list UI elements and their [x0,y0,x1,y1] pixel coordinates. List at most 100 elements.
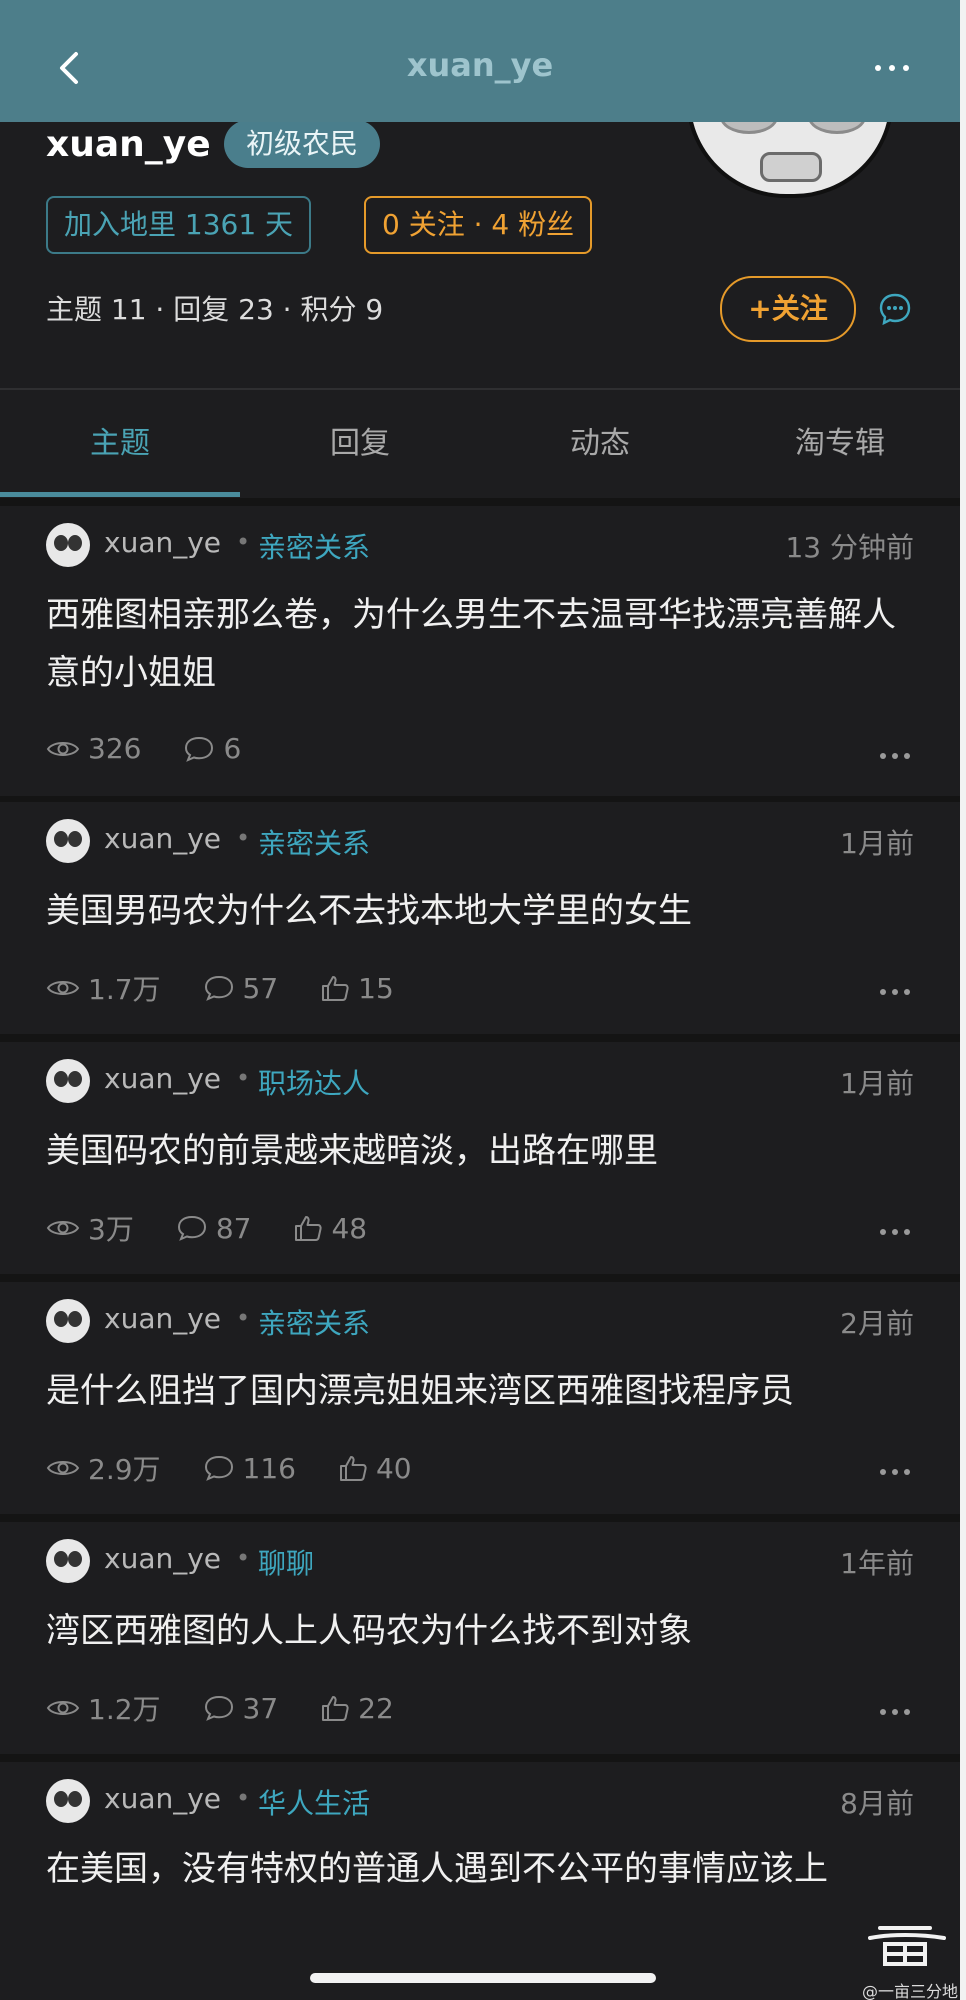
views-stat: 1.7万 [46,968,161,1008]
likes-count: 15 [358,971,394,1005]
views-count: 1.7万 [88,973,161,1006]
watermark-text: @一亩三分地 [862,1982,959,2000]
post-category[interactable]: 华人生活 [258,1782,370,1822]
profile-username: xuan_ye [46,124,211,165]
post-more-icon[interactable] [878,1226,912,1238]
profile-tabs: 主题 回复 动态 淘专辑 [0,390,960,498]
post-category[interactable]: 亲密关系 [258,822,370,862]
eye-icon [46,1221,80,1235]
author-avatar[interactable] [46,523,90,567]
post-more-icon[interactable] [878,986,912,998]
thumbs-up-icon [322,1696,349,1721]
author-name[interactable]: xuan_ye [104,822,221,855]
comments-stat[interactable]: 87 [176,1211,252,1245]
post-category[interactable]: 亲密关系 [258,526,370,566]
thumbs-up-icon [295,1216,323,1241]
post-meta: 326 6 [46,732,283,765]
thumbs-up-icon [339,1456,367,1481]
post-item[interactable]: xuan_ye • 亲密关系 1月前 美国男码农为什么不去找本地大学里的女生 1… [0,802,960,1034]
eye-icon [46,1461,80,1475]
post-more-icon[interactable] [878,750,912,762]
likes-count: 48 [331,1211,368,1245]
follow-stats-badge[interactable]: 0 关注 · 4 粉丝 [364,196,593,254]
eye-icon [46,1701,80,1715]
comment-icon [204,1455,233,1481]
more-options-icon[interactable] [870,56,914,80]
tab-collections[interactable]: 淘专辑 [720,390,960,498]
views-count: 326 [88,732,142,765]
comment-icon [204,1695,233,1721]
author-name[interactable]: xuan_ye [104,1062,221,1095]
post-title[interactable]: 美国男码农为什么不去找本地大学里的女生 [46,882,914,940]
separator-dot: • [236,528,251,556]
post-item[interactable]: xuan_ye • 聊聊 1年前 湾区西雅图的人上人码农为什么找不到对象 1.2… [0,1522,960,1754]
views-count: 2.9万 [88,1453,161,1486]
post-more-icon[interactable] [878,1706,912,1718]
post-meta: 1.7万 57 15 [46,968,436,1008]
message-icon[interactable] [878,292,912,326]
separator-dot: • [236,1784,251,1812]
views-stat: 2.9万 [46,1448,161,1488]
likes-count: 22 [358,1691,394,1725]
likes-stat[interactable]: 40 [338,1452,412,1485]
separator-dot: • [236,1544,251,1572]
watermark-logo [868,1926,946,1966]
post-item[interactable]: xuan_ye • 亲密关系 13 分钟前 西雅图相亲那么卷，为什么男生不去温哥… [0,506,960,796]
author-name[interactable]: xuan_ye [104,1782,221,1815]
comments-stat[interactable]: 116 [203,1452,296,1485]
post-item[interactable]: xuan_ye • 华人生活 8月前 在美国，没有特权的普通人遇到不公平的事情应… [0,1762,960,2000]
post-item[interactable]: xuan_ye • 亲密关系 2月前 是什么阻挡了国内漂亮姐姐来湾区西雅图找程序… [0,1282,960,1514]
post-category[interactable]: 亲密关系 [258,1302,370,1342]
views-stat: 3万 [46,1208,134,1248]
separator-dot: • [236,824,251,852]
author-name[interactable]: xuan_ye [104,1302,221,1335]
views-count: 3万 [88,1213,134,1246]
post-meta: 3万 87 48 [46,1208,409,1248]
post-meta: 2.9万 116 40 [46,1448,454,1488]
author-avatar[interactable] [46,1059,90,1103]
likes-stat[interactable]: 48 [293,1212,367,1245]
post-time: 8月前 [840,1787,914,1820]
comments-count: 116 [242,1451,296,1485]
post-title[interactable]: 西雅图相亲那么卷，为什么男生不去温哥华找漂亮善解人意的小姐姐 [46,586,914,702]
post-category[interactable]: 聊聊 [258,1542,314,1582]
follow-button[interactable]: +关注 [720,276,856,342]
comment-icon [177,1215,206,1241]
author-avatar[interactable] [46,819,90,863]
views-count: 1.2万 [88,1693,161,1726]
post-time: 13 分钟前 [785,531,914,564]
post-more-icon[interactable] [878,1466,912,1478]
post-title[interactable]: 湾区西雅图的人上人码农为什么找不到对象 [46,1602,914,1660]
comments-stat[interactable]: 37 [203,1691,279,1725]
post-title[interactable]: 在美国，没有特权的普通人遇到不公平的事情应该上 [46,1848,914,1886]
comments-count: 37 [242,1691,279,1725]
author-name[interactable]: xuan_ye [104,1542,221,1575]
comments-count: 87 [215,1211,252,1245]
author-avatar[interactable] [46,1779,90,1823]
comment-icon [185,736,214,762]
post-title-clip: 在美国，没有特权的普通人遇到不公平的事情应该上 [0,1848,960,1886]
author-avatar[interactable] [46,1299,90,1343]
post-title[interactable]: 美国码农的前景越来越暗淡，出路在哪里 [46,1122,914,1180]
post-category[interactable]: 职场达人 [258,1062,370,1102]
likes-stat[interactable]: 22 [320,1692,394,1725]
profile-stats: 主题 11 · 回复 23 · 积分 9 [46,293,384,326]
post-time: 1年前 [840,1547,914,1580]
post-item[interactable]: xuan_ye • 职场达人 1月前 美国码农的前景越来越暗淡，出路在哪里 3万… [0,1042,960,1274]
thumbs-up-icon [322,976,349,1001]
join-days-badge: 加入地里 1361 天 [46,196,312,254]
post-meta: 1.2万 37 22 [46,1688,436,1728]
author-name[interactable]: xuan_ye [104,526,221,559]
comments-count: 6 [223,732,242,765]
tab-topics[interactable]: 主题 [0,390,240,498]
likes-count: 40 [375,1451,412,1485]
tab-activity[interactable]: 动态 [480,390,720,498]
tab-replies[interactable]: 回复 [240,390,480,498]
post-title[interactable]: 是什么阻挡了国内漂亮姐姐来湾区西雅图找程序员 [46,1362,914,1420]
home-indicator[interactable] [310,1973,656,1983]
profile-page: xuan_ye 初级农民 加入地里 1361 天 0 关注 · 4 粉丝 主题 … [0,0,966,2000]
comments-stat[interactable]: 6 [183,732,241,765]
likes-stat[interactable]: 15 [320,972,394,1005]
author-avatar[interactable] [46,1539,90,1583]
comments-stat[interactable]: 57 [203,972,278,1005]
